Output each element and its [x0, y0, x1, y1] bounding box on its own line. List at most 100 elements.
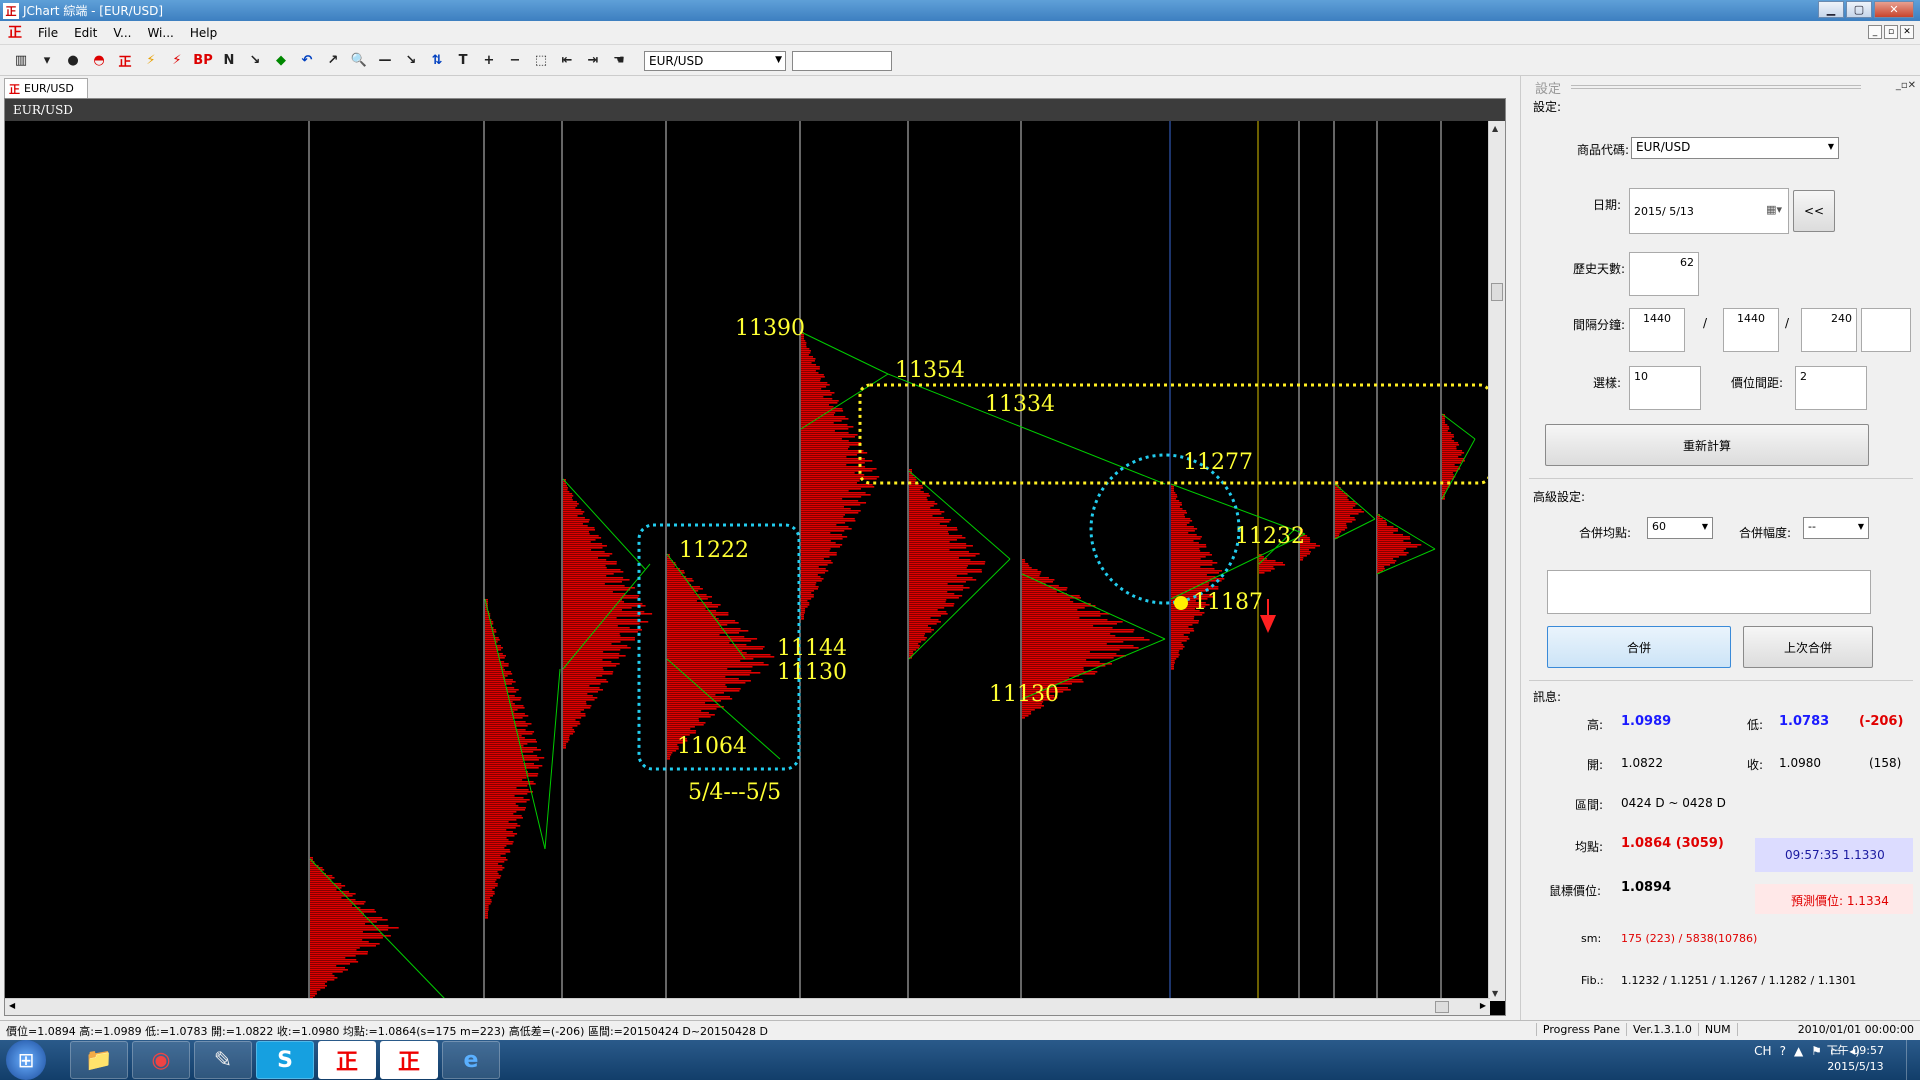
fib-icon[interactable]: ⇅: [426, 50, 448, 72]
jchart-icon-2[interactable]: 正: [380, 1041, 438, 1079]
network-icon[interactable]: ▲: [1794, 1044, 1803, 1058]
vertical-scrollbar[interactable]: ▲ ▼: [1488, 121, 1505, 1001]
panel-title-grip[interactable]: [1571, 85, 1861, 89]
profile-bar: [1377, 554, 1407, 556]
bp-icon[interactable]: BP: [192, 50, 214, 72]
notepad-icon[interactable]: ✎: [194, 1041, 252, 1079]
profile-bar: [1022, 577, 1049, 579]
profile-bar: [667, 640, 752, 642]
profile-bar: [563, 747, 566, 749]
lightning-red-icon[interactable]: ⚡: [166, 50, 188, 72]
profile-bar: [310, 909, 375, 911]
date-back-button[interactable]: <<: [1793, 190, 1835, 232]
window-title: JChart 綜端 - [EUR/USD]: [23, 4, 164, 18]
menu-edit[interactable]: Edit: [66, 26, 105, 40]
scroll-up-icon[interactable]: ▲: [1492, 124, 1498, 133]
eraser-icon[interactable]: ◆: [270, 50, 292, 72]
previous-merge-button[interactable]: 上次合併: [1743, 626, 1873, 668]
record-icon[interactable]: ●: [62, 50, 84, 72]
undo-icon[interactable]: ↶: [296, 50, 318, 72]
cursor-icon[interactable]: ↘: [244, 50, 266, 72]
menu-view[interactable]: V...: [105, 26, 139, 40]
profile-bar: [310, 953, 368, 955]
merge-range-select[interactable]: -- ▼: [1803, 517, 1869, 539]
logo-zheng-icon[interactable]: 正: [114, 50, 136, 72]
chrome-icon[interactable]: ◉: [132, 1041, 190, 1079]
close-button[interactable]: ✕: [1874, 1, 1914, 18]
bar-chart-icon[interactable]: ▥: [10, 50, 32, 72]
info-section-label: 訊息:: [1533, 690, 1562, 704]
merge-textbox[interactable]: [1547, 570, 1871, 614]
sample-input[interactable]: 10: [1629, 366, 1701, 410]
profile-bar: [909, 565, 968, 567]
interval-input-3[interactable]: 240: [1801, 308, 1857, 352]
panel-symbol-select[interactable]: EUR/USD ▼: [1631, 137, 1839, 159]
mdi-close-button[interactable]: ✕: [1900, 25, 1914, 39]
scroll-left-icon[interactable]: ◀: [9, 1001, 15, 1010]
profile-bar: [310, 897, 342, 899]
dropdown-icon[interactable]: ▾: [36, 50, 58, 72]
ime-indicator[interactable]: CH: [1754, 1044, 1771, 1058]
mdi-minimize-button[interactable]: _: [1868, 25, 1882, 39]
skype-icon[interactable]: S: [256, 1041, 314, 1079]
hline-icon[interactable]: —: [374, 50, 396, 72]
minimize-button[interactable]: ▁: [1818, 1, 1844, 18]
ie-icon[interactable]: e: [442, 1041, 500, 1079]
profile-bar: [1171, 628, 1194, 630]
help-icon[interactable]: ?: [1780, 1044, 1786, 1058]
lightning-icon[interactable]: ⚡: [140, 50, 162, 72]
profile-bar: [563, 705, 592, 707]
minus-icon[interactable]: −: [504, 50, 526, 72]
profile-bar: [909, 603, 955, 605]
profile-bar: [667, 754, 672, 756]
scroll-down-icon[interactable]: ▼: [1492, 989, 1498, 998]
mdi-restore-button[interactable]: ▫: [1884, 25, 1898, 39]
scroll-right-icon[interactable]: ▶: [1480, 1001, 1486, 1010]
calendar-icon[interactable]: ▦▾: [1766, 203, 1782, 216]
profile-bar: [485, 775, 538, 777]
interval-input-2[interactable]: 1440: [1723, 308, 1779, 352]
start-button[interactable]: ⊞: [6, 1040, 46, 1080]
spacing-input[interactable]: 2: [1795, 366, 1867, 410]
market-profile-chart[interactable]: 1139011354113341127711222112321114411130…: [5, 99, 1506, 1016]
symbol-select[interactable]: EUR/USD ▼: [644, 50, 786, 71]
trend-icon[interactable]: ↘: [400, 50, 422, 72]
horizontal-scroll-thumb[interactable]: [1435, 1001, 1449, 1013]
merge-avg-select[interactable]: 60 ▼: [1647, 517, 1713, 539]
profile-bar: [1171, 578, 1225, 580]
forward-icon[interactable]: ⇥: [582, 50, 604, 72]
toolbar-input[interactable]: [792, 50, 892, 71]
recalculate-button[interactable]: 重新計算: [1545, 424, 1869, 466]
menu-window[interactable]: Wi...: [139, 26, 181, 40]
panel-controls[interactable]: _▫✕: [1896, 80, 1916, 91]
profile-bar: [1022, 709, 1035, 711]
text-icon[interactable]: T: [452, 50, 474, 72]
folder-icon[interactable]: 📁: [70, 1041, 128, 1079]
mushroom-icon[interactable]: ◓: [88, 50, 110, 72]
date-picker[interactable]: 2015/ 5/13 ▦▾: [1629, 188, 1789, 234]
hand-icon[interactable]: ☚: [608, 50, 630, 72]
menu-help[interactable]: Help: [182, 26, 225, 40]
plus-icon[interactable]: +: [478, 50, 500, 72]
flag-icon[interactable]: ⚑: [1811, 1044, 1822, 1058]
select-icon[interactable]: ⬚: [530, 50, 552, 72]
taskbar-clock[interactable]: 下午 09:57 2015/5/13: [1827, 1043, 1884, 1075]
show-desktop-button[interactable]: [1906, 1040, 1920, 1080]
horizontal-scrollbar[interactable]: ◀ ▶: [5, 998, 1490, 1015]
menu-file[interactable]: File: [30, 26, 66, 40]
cursor-line-icon[interactable]: ↗: [322, 50, 344, 72]
back-icon[interactable]: ⇤: [556, 50, 578, 72]
history-days-input[interactable]: 62: [1629, 252, 1699, 296]
maximize-button[interactable]: ▢: [1846, 1, 1872, 18]
chart-window[interactable]: 11390 11354 11334 11277 11222 11232 11144 11130…: [4, 98, 1506, 1016]
jchart-icon[interactable]: 正: [318, 1041, 376, 1079]
profile-bar: [909, 513, 942, 515]
vertical-scroll-thumb[interactable]: [1491, 283, 1503, 301]
interval-input-4[interactable]: [1861, 308, 1911, 352]
profile-bar: [1022, 615, 1101, 617]
n-icon[interactable]: N: [218, 50, 240, 72]
interval-input-1[interactable]: 1440: [1629, 308, 1685, 352]
merge-button[interactable]: 合併: [1547, 626, 1731, 668]
zoom-icon[interactable]: 🔍: [348, 50, 370, 72]
doc-tab-eurusd[interactable]: 正 EUR/USD: [4, 78, 88, 98]
